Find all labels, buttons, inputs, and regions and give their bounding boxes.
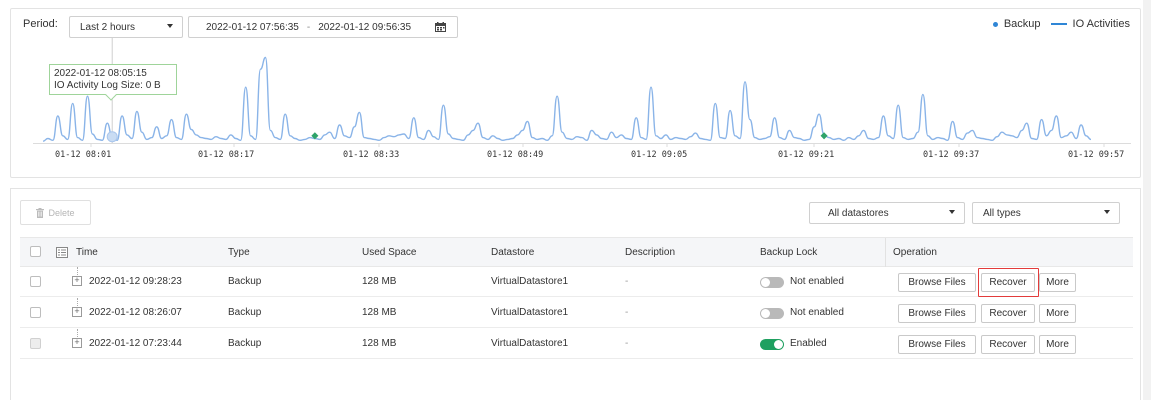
io-activities-series-line[interactable] [42, 56, 1092, 142]
x-tick-label: 01-12 08:49 [487, 150, 543, 160]
x-tick-label: 01-12 09:05 [631, 150, 687, 160]
chart-legend: Backup IO Activities [992, 18, 1130, 30]
col-operation: Operation [893, 247, 937, 258]
x-tick-label: 01-12 09:37 [923, 150, 979, 160]
backup-lock-status: Not enabled [790, 276, 844, 287]
backup-lock-toggle[interactable] [760, 339, 784, 350]
cell-description: - [625, 276, 629, 287]
tooltip-time: 2022-01-12 08:05:15 [54, 68, 147, 79]
range-end: 2022-01-12 09:56:35 [318, 21, 412, 33]
range-separator: - [306, 21, 311, 33]
tree-line [77, 298, 78, 306]
browse-files-button[interactable]: Browse Files [898, 304, 976, 323]
row-checkbox[interactable] [30, 338, 41, 349]
row-checkbox[interactable] [30, 307, 41, 318]
table-row[interactable]: + 2022-01-12 09:28:23 Backup 128 MB Virt… [20, 267, 1133, 297]
tree-line [77, 329, 78, 337]
browse-files-button[interactable]: Browse Files [898, 335, 976, 354]
cell-used-space: 128 MB [362, 276, 397, 287]
cell-time: 2022-01-12 09:28:23 [89, 276, 182, 287]
range-start: 2022-01-12 07:56:35 [206, 21, 299, 33]
col-used-space[interactable]: Used Space [362, 247, 416, 258]
select-all-checkbox[interactable] [30, 246, 41, 257]
cell-datastore: VirtualDatastore1 [491, 276, 569, 287]
cell-description: - [625, 338, 629, 349]
calendar-icon[interactable] [435, 22, 446, 32]
trash-icon [36, 207, 45, 218]
page-scrollbar[interactable] [1143, 0, 1151, 400]
cell-type: Backup [228, 276, 262, 287]
backup-lock-status: Not enabled [790, 307, 844, 318]
col-datastore[interactable]: Datastore [491, 247, 534, 258]
expand-icon[interactable]: + [72, 307, 82, 317]
column-divider [885, 238, 886, 267]
io-chart-panel: 01-12 08:01 01-12 08:17 01-12 08:33 01-12 0… [10, 8, 1141, 178]
x-tick-label: 01-12 09:57 [1068, 150, 1124, 160]
backup-lock-toggle[interactable] [760, 308, 784, 319]
legend-backup[interactable]: Backup [1004, 18, 1041, 30]
table-header: Time Type Used Space Datastore Descripti… [20, 237, 1133, 267]
period-select-value: Last 2 hours [80, 21, 136, 33]
hover-point-marker [106, 131, 118, 143]
cell-used-space: 128 MB [362, 307, 397, 318]
column-settings-icon[interactable] [56, 247, 68, 258]
cell-type: Backup [228, 307, 262, 318]
browse-files-button[interactable]: Browse Files [898, 273, 976, 292]
more-button[interactable]: More [1039, 335, 1076, 354]
legend-io-activities[interactable]: IO Activities [1073, 18, 1130, 30]
expand-icon[interactable]: + [72, 338, 82, 348]
col-type[interactable]: Type [228, 247, 250, 258]
type-filter-value: All types [983, 207, 1021, 219]
cell-used-space: 128 MB [362, 338, 397, 349]
tree-line [77, 267, 78, 275]
datastore-filter-select[interactable]: All datastores [809, 202, 965, 224]
recover-highlight-box [978, 268, 1039, 297]
backup-legend-marker [992, 21, 998, 27]
x-tick-label: 01-12 08:01 [55, 150, 111, 160]
delete-label: Delete [48, 207, 75, 218]
chevron-down-icon [949, 210, 955, 214]
more-button[interactable]: More [1039, 273, 1076, 292]
x-tick-label: 01-12 08:17 [198, 150, 254, 160]
datastore-filter-value: All datastores [828, 207, 889, 219]
cell-time: 2022-01-12 08:26:07 [89, 307, 182, 318]
cell-datastore: VirtualDatastore1 [491, 338, 569, 349]
recover-button[interactable]: Recover [981, 304, 1035, 323]
col-backup-lock[interactable]: Backup Lock [760, 247, 817, 258]
x-tick-label: 01-12 08:33 [343, 150, 399, 160]
delete-button[interactable]: Delete [20, 200, 91, 225]
backup-lock-toggle[interactable] [760, 277, 784, 288]
backup-lock-status: Enabled [790, 338, 827, 349]
backup-list-panel: Delete All datastores All types Time Typ… [10, 188, 1141, 400]
type-filter-select[interactable]: All types [972, 202, 1120, 224]
cell-datastore: VirtualDatastore1 [491, 307, 569, 318]
chevron-down-icon [1104, 210, 1110, 214]
table-row[interactable]: + 2022-01-12 08:26:07 Backup 128 MB Virt… [20, 298, 1133, 328]
date-range-picker[interactable]: 2022-01-12 07:56:35 - 2022-01-12 09:56:3… [188, 16, 458, 38]
cell-description: - [625, 307, 629, 318]
expand-icon[interactable]: + [72, 276, 82, 286]
more-button[interactable]: More [1039, 304, 1076, 323]
col-description[interactable]: Description [625, 247, 675, 258]
backup-point-marker[interactable] [820, 132, 828, 140]
col-time[interactable]: Time [76, 247, 98, 258]
cell-type: Backup [228, 338, 262, 349]
cell-time: 2022-01-12 07:23:44 [89, 338, 182, 349]
tooltip-size: IO Activity Log Size: 0 B [54, 80, 161, 91]
recover-button[interactable]: Recover [981, 335, 1035, 354]
table-row[interactable]: + 2022-01-12 07:23:44 Backup 128 MB Virt… [20, 329, 1133, 359]
io-legend-marker [1050, 23, 1067, 25]
period-select[interactable]: Last 2 hours [69, 16, 183, 38]
chevron-down-icon [167, 24, 173, 28]
chart-tooltip: 2022-01-12 08:05:15 IO Activity Log Size… [49, 64, 177, 95]
period-label: Period: [23, 18, 58, 30]
x-tick-label: 01-12 09:21 [778, 150, 834, 160]
row-checkbox[interactable] [30, 276, 41, 287]
